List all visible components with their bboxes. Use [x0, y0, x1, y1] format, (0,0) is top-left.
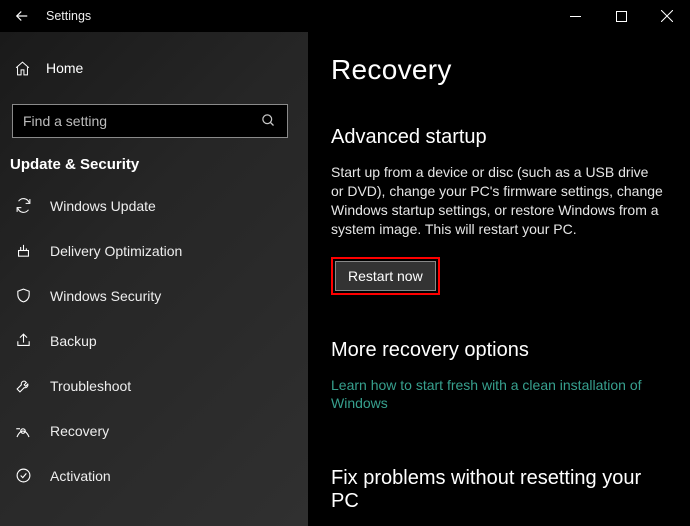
sidebar-item-windows-security[interactable]: Windows Security [0, 273, 308, 318]
window-controls [552, 0, 690, 32]
sidebar-section-header: Update & Security [10, 156, 308, 173]
sidebar-item-label: Windows Security [50, 288, 161, 304]
maximize-button[interactable] [598, 0, 644, 32]
backup-icon [14, 332, 32, 350]
sidebar-item-backup[interactable]: Backup [0, 318, 308, 363]
minimize-icon [570, 11, 581, 22]
maximize-icon [616, 11, 627, 22]
section-body-advanced-startup: Start up from a device or disc (such as … [331, 163, 664, 239]
sidebar-item-recovery[interactable]: Recovery [0, 408, 308, 453]
search-input[interactable] [23, 113, 261, 129]
section-heading-fix-problems: Fix problems without resetting your PC [331, 467, 664, 513]
section-heading-more-recovery: More recovery options [331, 339, 664, 362]
sidebar-item-label: Activation [50, 468, 111, 484]
sidebar-item-windows-update[interactable]: Windows Update [0, 183, 308, 228]
delivery-icon [14, 242, 32, 260]
main-content: Recovery Advanced startup Start up from … [308, 32, 690, 526]
back-button[interactable] [0, 0, 44, 32]
sidebar-item-label: Recovery [50, 423, 109, 439]
section-heading-advanced-startup: Advanced startup [331, 126, 664, 149]
sidebar-item-label: Backup [50, 333, 97, 349]
sidebar-item-label: Windows Update [50, 198, 156, 214]
arrow-left-icon [13, 7, 31, 25]
home-label: Home [46, 60, 83, 76]
close-button[interactable] [644, 0, 690, 32]
search-box[interactable] [12, 104, 288, 138]
title-bar: Settings [0, 0, 690, 32]
sidebar-item-delivery-optimization[interactable]: Delivery Optimization [0, 228, 308, 273]
window-title: Settings [44, 9, 91, 23]
sidebar-item-troubleshoot[interactable]: Troubleshoot [0, 363, 308, 408]
home-icon [14, 60, 32, 77]
recovery-icon [14, 422, 32, 440]
shield-icon [14, 287, 32, 305]
restart-now-button[interactable]: Restart now [335, 261, 436, 291]
sync-icon [14, 197, 32, 215]
minimize-button[interactable] [552, 0, 598, 32]
sidebar-nav: Windows Update Delivery Optimization Win… [0, 183, 308, 498]
fresh-start-link[interactable]: Learn how to start fresh with a clean in… [331, 376, 664, 414]
sidebar-item-home[interactable]: Home [0, 46, 308, 90]
sidebar-item-label: Delivery Optimization [50, 243, 182, 259]
sidebar-item-label: Troubleshoot [50, 378, 131, 394]
close-icon [661, 10, 673, 22]
sidebar-item-activation[interactable]: Activation [0, 453, 308, 498]
search-icon [261, 113, 277, 129]
sidebar: Home Update & Security Windows Update De… [0, 32, 308, 526]
page-title: Recovery [331, 54, 664, 86]
restart-now-highlight: Restart now [331, 257, 440, 295]
wrench-icon [14, 377, 32, 395]
check-icon [14, 467, 32, 485]
